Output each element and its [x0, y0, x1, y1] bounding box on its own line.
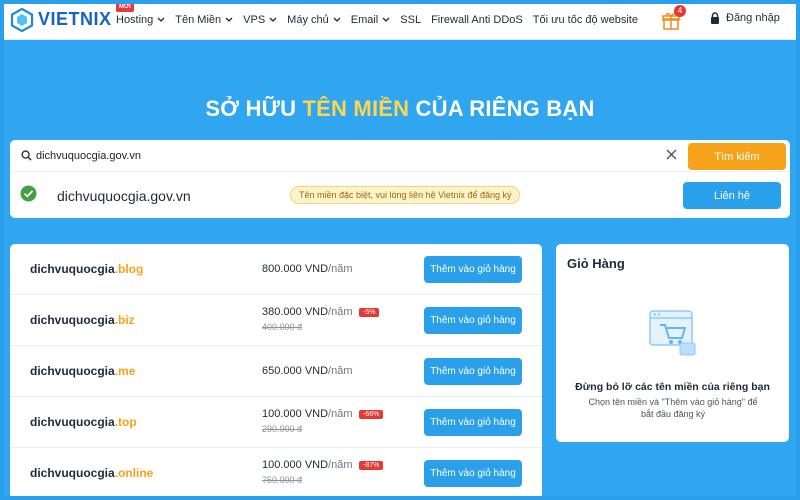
domain-price: 650.000 VND/năm	[262, 365, 353, 377]
nav-item-label: VPS	[243, 13, 266, 26]
logo-text: VIETNIX	[38, 9, 112, 29]
nav-item-label: Máy chủ	[287, 13, 329, 26]
discount-badge: -5%	[359, 308, 380, 317]
old-price: 400.000 đ	[262, 322, 303, 332]
price-unit: /năm	[328, 263, 353, 275]
domain-name: dichvuquocgia.online	[30, 466, 153, 480]
empty-cart-icon	[649, 310, 696, 356]
price-value: 100.000 VND	[262, 408, 329, 420]
chevron-down-icon	[225, 17, 233, 22]
special-domain-note: Tên miền đặc biệt, vui lòng liên hệ Viet…	[290, 186, 521, 204]
cart-title: Giỏ Hàng	[567, 256, 625, 271]
old-price: 290.000 đ	[262, 424, 303, 434]
domain-extension: .online	[114, 466, 154, 480]
nav-item-label: Hosting	[116, 13, 154, 26]
add-to-cart-button[interactable]: Thêm vào giỏ hàng	[424, 307, 522, 334]
domain-base: dichvuquocgia	[30, 364, 115, 378]
chevron-down-icon	[157, 17, 165, 22]
nav-item-label: SSL	[400, 13, 422, 26]
hero-title: SỞ HỮU TÊN MIỀN CỦA RIÊNG BẠN	[0, 96, 800, 122]
nav-item-label: Firewall Anti DDoS	[431, 13, 523, 26]
old-price: 750.000 đ	[262, 475, 303, 485]
empty-cart-title: Đừng bỏ lỡ các tên miền của riêng bạn	[575, 381, 770, 393]
vietnix-logo-icon	[10, 7, 34, 32]
price-value: 380.000 VND	[262, 306, 329, 318]
hero-title-part1: SỞ HỮU	[205, 96, 303, 121]
chevron-down-icon	[269, 17, 277, 22]
domain-search-input[interactable]	[36, 146, 656, 166]
empty-cart-hint: Chọn tên miền và "Thêm vào giỏ hàng" để …	[588, 397, 758, 419]
nav-item-3[interactable]: Máy chủ	[287, 0, 341, 40]
result-domain: dichvuquocgia.gov.vn	[57, 188, 191, 204]
domain-row: dichvuquocgia.blog 800.000 VND/năm Thêm và…	[10, 244, 542, 295]
domain-name: dichvuquocgia.top	[30, 415, 137, 429]
domain-extension: .top	[114, 415, 137, 429]
nav-item-6[interactable]: Firewall Anti DDoS	[431, 0, 523, 40]
nav-item-label: Email	[350, 13, 379, 26]
price-unit: /năm	[328, 459, 353, 471]
nav-item-1[interactable]: Tên Miền	[175, 0, 233, 40]
nav-item-4[interactable]: Email	[351, 0, 391, 40]
domain-base: dichvuquocgia	[30, 415, 115, 429]
price-unit: /năm	[328, 365, 353, 377]
domain-base: dichvuquocgia	[30, 466, 115, 480]
price-unit: /năm	[328, 408, 353, 420]
clear-icon[interactable]	[666, 149, 677, 160]
domain-base: dichvuquocgia	[30, 313, 115, 327]
nav-item-2[interactable]: VPS	[243, 0, 277, 40]
price-unit: /năm	[328, 306, 353, 318]
domain-name: dichvuquocgia.biz	[30, 313, 135, 327]
add-to-cart-button[interactable]: Thêm vào giỏ hàng	[424, 409, 522, 436]
price-value: 100.000 VND	[262, 459, 329, 471]
vietnix-logo[interactable]: VIETNIX	[10, 7, 116, 32]
discount-badge: -66%	[359, 410, 384, 419]
add-to-cart-button[interactable]: Thêm vào giỏ hàng	[424, 460, 522, 487]
domain-search-card: Tìm kiếm dichvuquocgia.gov.vn Tên miền đ…	[10, 140, 790, 218]
domain-row: dichvuquocgia.biz 380.000 VND/năm 400.000 …	[10, 295, 542, 346]
main-menu: MỚI Hosting Tên Miền VPS Máy chủ Email SSL Fire…	[116, 0, 648, 40]
domain-row: dichvuquocgia.me 650.000 VND/năm Thêm vào …	[10, 346, 542, 397]
price-value: 650.000 VND	[262, 365, 329, 377]
cart-panel: Giỏ Hàng Đừng bỏ lỡ các tên miền của riê…	[556, 244, 789, 442]
nav-item-7[interactable]: Tối ưu tốc độ website	[533, 0, 638, 40]
domain-price: 380.000 VND/năm	[262, 306, 353, 318]
contact-button[interactable]: Liên hệ	[683, 182, 781, 209]
gift-button[interactable]: 4	[662, 5, 686, 31]
hero-title-part2: CỦA RIÊNG BẠN	[409, 96, 595, 121]
nav-item-label: Tối ưu tốc độ website	[532, 13, 638, 26]
login-button[interactable]: Đăng nhập	[710, 12, 780, 24]
discount-badge: -87%	[359, 461, 384, 470]
search-row: Tìm kiếm	[10, 140, 790, 172]
search-icon	[21, 150, 32, 161]
chevron-down-icon	[333, 17, 341, 22]
login-label: Đăng nhập	[726, 12, 780, 24]
domain-suggestion-list: dichvuquocgia.blog 800.000 VND/năm Thêm và…	[10, 244, 542, 500]
check-circle-icon	[20, 185, 37, 202]
search-button[interactable]: Tìm kiếm	[688, 143, 786, 170]
nav-item-0[interactable]: MỚI Hosting	[116, 0, 165, 40]
domain-extension: .me	[114, 364, 136, 378]
domain-extension: .biz	[114, 313, 135, 327]
domain-price: 100.000 VND/năm	[262, 459, 353, 471]
top-navbar: VIETNIX MỚI Hosting Tên Miền VPS Máy chủ Emai…	[0, 0, 800, 40]
gift-count-badge: 4	[674, 5, 686, 17]
lock-icon	[711, 12, 719, 24]
nav-item-5[interactable]: SSL	[400, 0, 421, 40]
domain-name: dichvuquocgia.blog	[30, 262, 143, 276]
hero-title-highlight: TÊN MIỀN	[302, 96, 410, 121]
price-value: 800.000 VND	[262, 263, 329, 275]
domain-price: 100.000 VND/năm	[262, 408, 353, 420]
domain-name: dichvuquocgia.me	[30, 364, 135, 378]
nav-item-label: Tên Miền	[175, 13, 222, 26]
search-result-row: dichvuquocgia.gov.vn Tên miền đặc biệt, …	[10, 173, 790, 218]
add-to-cart-button[interactable]: Thêm vào giỏ hàng	[424, 358, 522, 385]
domain-base: dichvuquocgia	[30, 262, 115, 276]
domain-price: 800.000 VND/năm	[262, 263, 353, 275]
domain-row: dichvuquocgia.online 100.000 VND/năm 750.0…	[10, 448, 542, 499]
chevron-down-icon	[382, 17, 390, 22]
domain-row: dichvuquocgia.top 100.000 VND/năm 290.000 …	[10, 397, 542, 448]
new-badge: MỚI	[116, 2, 134, 12]
add-to-cart-button[interactable]: Thêm vào giỏ hàng	[424, 256, 522, 283]
domain-extension: .blog	[114, 262, 144, 276]
